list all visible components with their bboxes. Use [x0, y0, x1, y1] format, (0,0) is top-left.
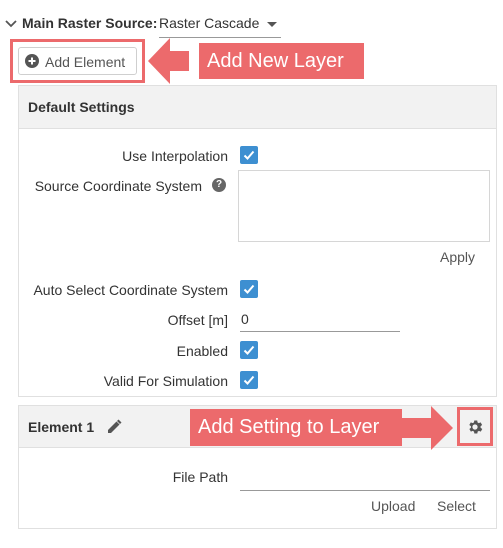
callout-add-setting: Add Setting to Layer	[190, 409, 402, 446]
valid-for-simulation-label: Valid For Simulation	[103, 373, 228, 389]
enabled-label: Enabled	[176, 343, 228, 359]
default-settings-title: Default Settings	[28, 99, 135, 115]
callout-arrow-stem	[169, 51, 189, 71]
callout-arrow-left-icon	[148, 38, 170, 84]
callout-arrow-stem-2	[402, 418, 432, 438]
default-settings-header: Default Settings	[19, 86, 496, 129]
main-raster-source-label: Main Raster Source:	[22, 15, 158, 31]
edit-pencil-icon[interactable]	[106, 419, 122, 435]
dropdown-arrow-icon	[267, 22, 277, 27]
help-icon[interactable]: ?	[212, 178, 226, 192]
callout-arrow-right-icon	[431, 406, 453, 450]
enabled-checkbox[interactable]	[240, 341, 258, 359]
use-interpolation-checkbox[interactable]	[240, 146, 258, 164]
file-path-input[interactable]	[240, 466, 490, 491]
apply-button[interactable]: Apply	[440, 249, 475, 265]
source-coordinate-system-label: Source Coordinate System	[34, 178, 202, 194]
collapse-chevron-icon[interactable]	[4, 17, 18, 31]
file-path-label: File Path	[172, 469, 228, 485]
offset-input[interactable]: 0	[240, 305, 400, 332]
upload-button[interactable]: Upload	[371, 498, 415, 514]
offset-label: Offset [m]	[167, 312, 228, 328]
auto-select-coordinate-system-label: Auto Select Coordinate System	[33, 282, 228, 298]
use-interpolation-label: Use Interpolation	[122, 148, 228, 164]
auto-select-checkbox[interactable]	[240, 280, 258, 298]
select-button[interactable]: Select	[437, 498, 476, 514]
add-element-label: Add Element	[45, 54, 126, 70]
offset-value: 0	[241, 311, 249, 327]
valid-for-simulation-checkbox[interactable]	[240, 371, 258, 389]
raster-source-value: Raster Cascade	[159, 15, 260, 31]
add-circle-icon	[25, 54, 39, 68]
add-element-button[interactable]: Add Element	[18, 47, 137, 75]
gear-icon[interactable]	[466, 418, 484, 436]
callout-add-new-layer: Add New Layer	[199, 43, 364, 79]
raster-source-select[interactable]: Raster Cascade	[159, 10, 281, 38]
source-coordinate-system-textarea[interactable]	[238, 170, 490, 242]
element1-title: Element 1	[28, 419, 95, 435]
